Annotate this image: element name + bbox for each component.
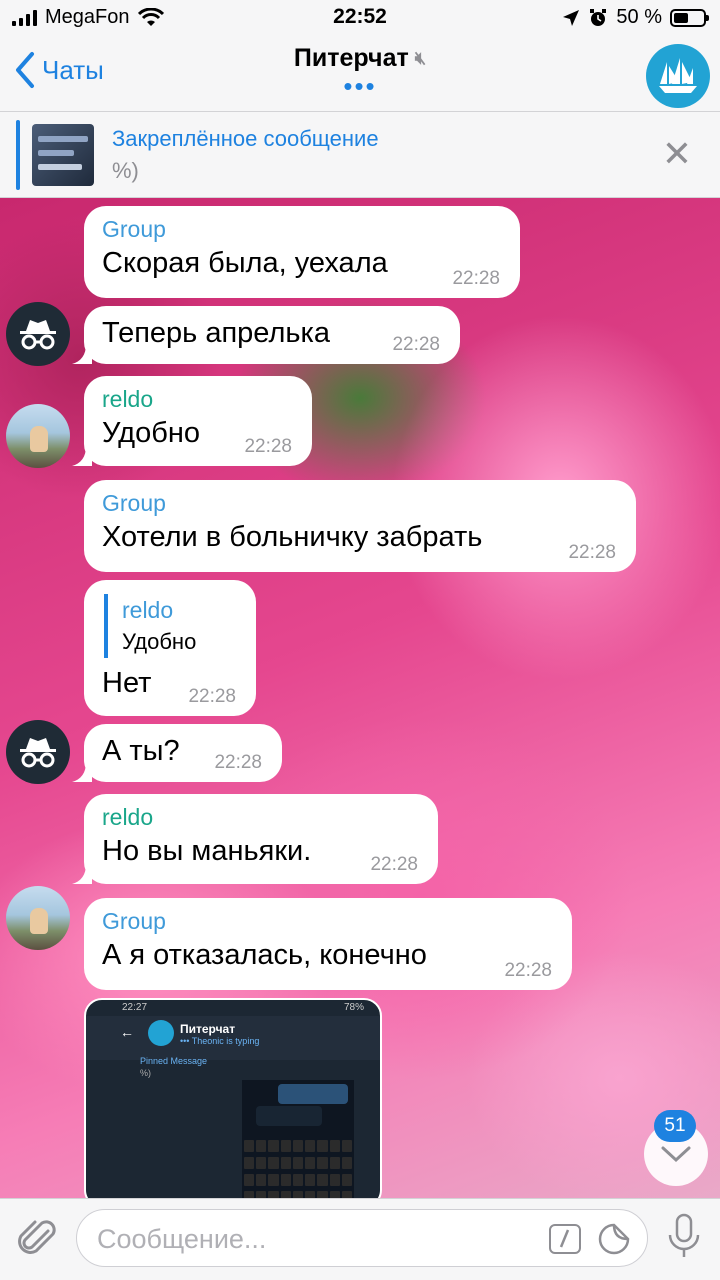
message-text: Скорая была, уехала [102,247,388,279]
message-bubble[interactable]: Group Скорая была, уехала 22:28 [84,206,520,298]
message-time: 22:28 [370,854,418,875]
message-sender[interactable]: Group [102,488,618,518]
avatar[interactable] [6,886,70,950]
bot-command-icon[interactable] [549,1224,581,1254]
nav-bar: Чаты Питерчат 🔇︎ ••• [0,36,720,112]
reply-sender: reldo [122,597,174,623]
reply-quote[interactable]: reldo Удобно [104,594,238,658]
chat-avatar[interactable] [646,44,710,108]
pinned-accent-bar [16,120,20,190]
message-sender[interactable]: reldo [102,384,294,414]
message-sender[interactable]: reldo [102,802,420,832]
avatar[interactable] [6,302,70,366]
message-text: А я отказалась, конечно [102,939,427,971]
paperclip-icon[interactable] [16,1217,60,1261]
unread-badge: 51 [654,1110,696,1142]
message-bubble[interactable]: А ты? 22:28 [84,724,282,782]
alarm-icon [590,8,607,26]
message-bubble[interactable]: Group А я отказалась, конечно 22:28 [84,898,572,990]
message-time: 22:28 [504,960,552,981]
chevron-down-icon [661,1146,691,1163]
battery-percent: 50 % [616,6,662,28]
message-time: 22:28 [244,436,292,457]
message-bubble[interactable]: reldo Удобно Нет 22:28 [84,580,256,716]
pinned-thumbnail [32,124,94,186]
message-text: Хотели в больничку забрать [102,521,483,553]
message-sender[interactable]: Group [102,906,554,936]
media-subtitle: ••• Theonic is typing [180,1036,260,1046]
message-time: 22:28 [568,542,616,563]
chat-header[interactable]: Питерчат 🔇︎ ••• [0,44,720,101]
message-time: 22:28 [452,268,500,289]
media-pinned-title: Pinned Message [140,1056,208,1066]
location-arrow-icon [563,9,580,26]
message-bubble[interactable]: reldo Удобно 22:28 [84,376,312,466]
chat-title: Питерчат [293,44,409,72]
input-bar: Сообщение... [0,1198,720,1280]
avatar[interactable] [6,720,70,784]
message-time: 22:28 [214,752,262,773]
media-time: 22:27 [122,1002,148,1013]
message-input[interactable]: Сообщение... [76,1209,648,1267]
message-input-placeholder: Сообщение... [97,1224,267,1254]
battery-icon [670,8,709,27]
pinned-message[interactable]: Закреплённое сообщение %) ✕ [0,112,720,198]
media-title: Питерчат [180,1022,236,1036]
message-time: 22:28 [188,686,236,707]
ship-icon [659,58,697,93]
media-keyboard [244,1140,352,1198]
status-bar: MegaFon 22:52 50 % [0,0,720,36]
muted-icon: 🔇︎ [414,48,427,68]
media-chat-avatar [148,1020,174,1046]
pinned-title: Закреплённое сообщение [112,126,379,151]
status-right: 50 % [562,6,709,29]
sticker-icon[interactable] [597,1222,631,1256]
media-back-arrow-icon: ← [120,1024,134,1040]
close-icon[interactable]: ✕ [662,136,692,172]
microphone-icon[interactable] [666,1213,702,1261]
image-attachment[interactable]: 22:27 78% ← Питерчат ••• Theonic is typi… [84,998,382,1198]
incognito-icon [20,320,56,350]
message-sender[interactable]: Group [102,214,502,244]
message-time: 22:28 [392,334,440,355]
pinned-text: %) [112,158,139,183]
message-bubble[interactable]: Теперь апрелька 22:28 [84,306,460,364]
typing-indicator: ••• [343,71,377,101]
incognito-icon [20,738,56,768]
chat-history[interactable]: Group Скорая была, уехала 22:28 Теперь а… [0,198,720,1198]
avatar[interactable] [6,404,70,468]
reply-text: Удобно [122,629,197,654]
media-pinned-text: %) [140,1068,151,1078]
media-battery: 78% [343,1002,364,1013]
message-text: Теперь апрелька [102,317,330,349]
message-bubble[interactable]: Group Хотели в больничку забрать 22:28 [84,480,636,572]
message-bubble[interactable]: reldo Но вы маньяки. 22:28 [84,794,438,884]
